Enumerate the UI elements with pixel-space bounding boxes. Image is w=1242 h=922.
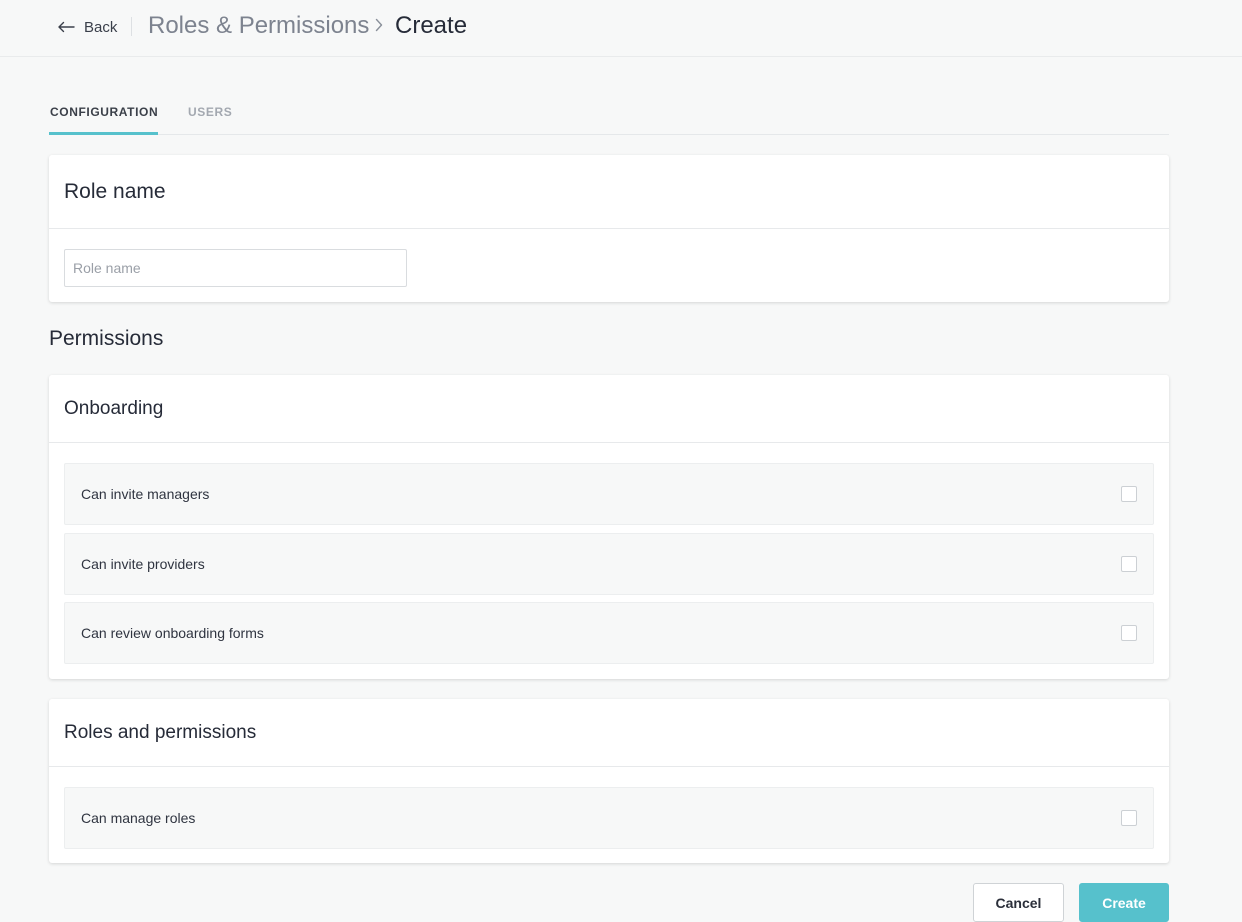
permission-group-roles: Roles and permissions Can manage roles [49,699,1169,863]
arrow-left-icon [57,21,75,33]
chevron-right-icon [374,18,384,37]
permission-row[interactable]: Can review onboarding forms [64,602,1154,664]
permission-checkbox[interactable] [1121,625,1137,641]
breadcrumb-parent[interactable]: Roles & Permissions [148,12,369,40]
permission-group-onboarding: Onboarding Can invite managers Can invit… [49,375,1169,679]
header-divider [131,17,132,36]
cancel-button[interactable]: Cancel [973,883,1064,922]
permission-row[interactable]: Can manage roles [64,787,1154,849]
permission-group-title: Onboarding [64,397,164,419]
tab-configuration[interactable]: CONFIGURATION [50,105,158,119]
tab-bar: CONFIGURATION USERS [49,96,1169,135]
role-name-title: Role name [64,179,166,203]
permission-group-header: Onboarding [49,375,1169,443]
permission-row[interactable]: Can invite managers [64,463,1154,525]
permission-label: Can invite managers [81,486,210,502]
permission-row[interactable]: Can invite providers [64,533,1154,595]
back-button[interactable]: Back [57,16,117,38]
permission-checkbox[interactable] [1121,556,1137,572]
permission-checkbox[interactable] [1121,810,1137,826]
tab-users[interactable]: USERS [188,105,232,119]
create-button[interactable]: Create [1079,883,1169,922]
active-tab-indicator [49,132,158,135]
permission-label: Can manage roles [81,810,196,826]
role-name-card: Role name [49,155,1169,302]
permission-group-header: Roles and permissions [49,699,1169,767]
permission-label: Can review onboarding forms [81,625,264,641]
role-name-input[interactable] [64,249,407,287]
top-bar: Back Roles & Permissions Create [0,0,1242,57]
permission-checkbox[interactable] [1121,486,1137,502]
permissions-title: Permissions [49,327,164,350]
back-label: Back [84,18,118,36]
permission-group-title: Roles and permissions [64,721,257,743]
page-title: Create [395,12,468,39]
permission-label: Can invite providers [81,556,205,572]
role-name-card-header: Role name [49,155,1169,229]
